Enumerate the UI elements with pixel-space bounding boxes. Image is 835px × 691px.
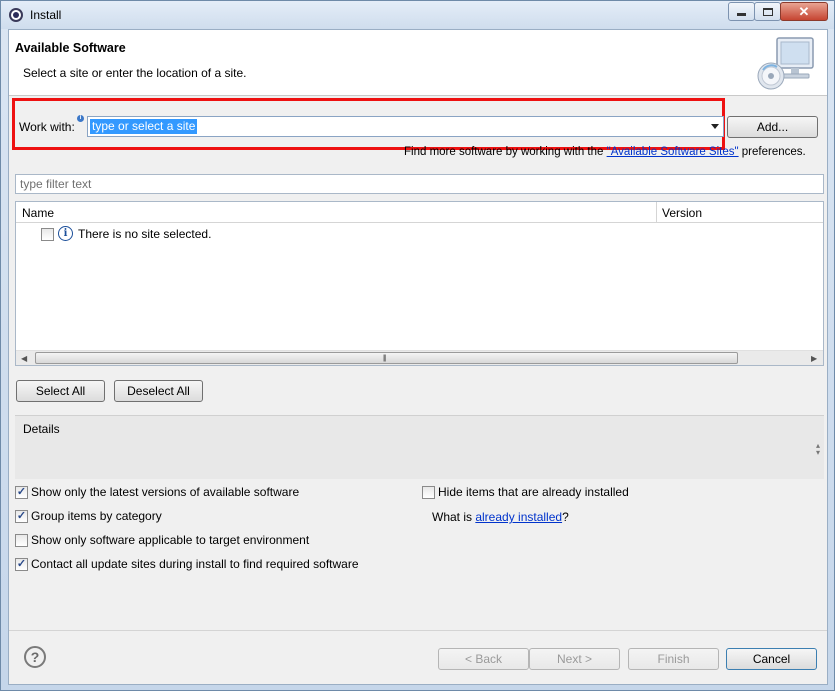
preferences-hint-suffix: preferences. xyxy=(738,146,806,158)
close-button[interactable]: ✕ xyxy=(780,2,828,21)
info-icon: i xyxy=(58,226,73,241)
option-hide-installed[interactable]: Hide items that are already installed xyxy=(422,485,629,499)
what-is-prefix: What is xyxy=(432,510,476,524)
header-banner: Available Software Select a site or ente… xyxy=(9,30,827,96)
what-is-installed: What is already installed? xyxy=(432,510,569,524)
title-bar[interactable]: Install ✕ xyxy=(1,1,834,29)
dialog-content: Available Software Select a site or ente… xyxy=(8,29,828,685)
add-site-button[interactable]: Add... xyxy=(727,116,818,138)
window-title: Install xyxy=(30,8,62,22)
what-is-suffix: ? xyxy=(562,510,569,524)
work-with-label: Work with: xyxy=(19,120,75,134)
option-label: Hide items that are already installed xyxy=(438,485,629,499)
checkbox-unchecked[interactable] xyxy=(15,533,28,547)
column-header-name[interactable]: Name xyxy=(22,206,54,220)
checkbox-checked[interactable]: ✓ xyxy=(15,509,28,523)
back-button[interactable]: < Back xyxy=(438,648,529,670)
chevron-down-icon[interactable] xyxy=(711,124,719,129)
table-header: Name Version xyxy=(16,202,823,223)
option-latest-versions[interactable]: ✓ Show only the latest versions of avail… xyxy=(15,485,299,499)
column-divider xyxy=(656,202,657,222)
install-software-icon xyxy=(757,37,814,90)
scroll-right-icon[interactable]: ▶ xyxy=(811,354,817,363)
option-label: Show only software applicable to target … xyxy=(31,533,310,547)
software-table: Name Version i There is no site selected… xyxy=(15,201,824,366)
horizontal-scrollbar[interactable]: ◀ ||| ▶ xyxy=(16,350,823,365)
preferences-hint: Find more software by working with the "… xyxy=(404,146,806,158)
cancel-button[interactable]: Cancel xyxy=(726,648,817,670)
column-header-version[interactable]: Version xyxy=(662,206,702,220)
minimize-button[interactable] xyxy=(728,2,755,21)
maximize-icon xyxy=(762,7,773,16)
checkbox-unchecked[interactable] xyxy=(422,485,435,499)
row-checkbox[interactable] xyxy=(41,228,54,241)
grip-icon: ||| xyxy=(383,355,387,362)
option-contact-all-sites[interactable]: ✓ Contact all update sites during instal… xyxy=(15,557,359,571)
work-with-value[interactable]: type or select a site xyxy=(90,119,198,134)
option-label: Show only the latest versions of availab… xyxy=(31,485,300,499)
table-row: There is no site selected. xyxy=(78,227,212,241)
eclipse-app-icon xyxy=(9,8,23,22)
option-label: Group items by category xyxy=(31,509,162,523)
available-software-sites-link[interactable]: "Available Software Sites" xyxy=(607,146,739,158)
details-scroll-icon[interactable]: ▴ ▾ xyxy=(816,442,820,457)
checkbox-checked[interactable]: ✓ xyxy=(15,557,28,571)
details-group: Details ▴ ▾ xyxy=(15,415,824,479)
close-icon: ✕ xyxy=(798,3,810,19)
checkbox-checked[interactable]: ✓ xyxy=(15,485,28,499)
info-icon: i xyxy=(77,115,84,122)
page-description: Select a site or enter the location of a… xyxy=(23,66,247,80)
already-installed-link[interactable]: already installed xyxy=(475,510,562,524)
filter-input[interactable]: type filter text xyxy=(15,174,824,194)
deselect-all-button[interactable]: Deselect All xyxy=(114,380,203,402)
scrollbar-thumb[interactable]: ||| xyxy=(35,352,738,364)
install-dialog: Install ✕ Available Software Select a si… xyxy=(0,0,835,691)
option-label: Contact all update sites during install … xyxy=(31,557,359,571)
option-group-by-category[interactable]: ✓ Group items by category xyxy=(15,509,162,523)
scroll-left-icon[interactable]: ◀ xyxy=(21,354,27,363)
next-button[interactable]: Next > xyxy=(529,648,620,670)
work-with-combo[interactable]: type or select a site xyxy=(87,116,724,137)
maximize-button[interactable] xyxy=(754,2,781,21)
page-title: Available Software xyxy=(15,41,126,55)
details-label: Details xyxy=(23,422,60,436)
help-icon[interactable]: ? xyxy=(24,646,46,668)
select-all-button[interactable]: Select All xyxy=(16,380,105,402)
minimize-icon xyxy=(737,13,746,16)
footer-divider xyxy=(9,630,827,631)
finish-button[interactable]: Finish xyxy=(628,648,719,670)
option-target-environment[interactable]: Show only software applicable to target … xyxy=(15,533,309,547)
preferences-hint-prefix: Find more software by working with the xyxy=(404,146,607,158)
